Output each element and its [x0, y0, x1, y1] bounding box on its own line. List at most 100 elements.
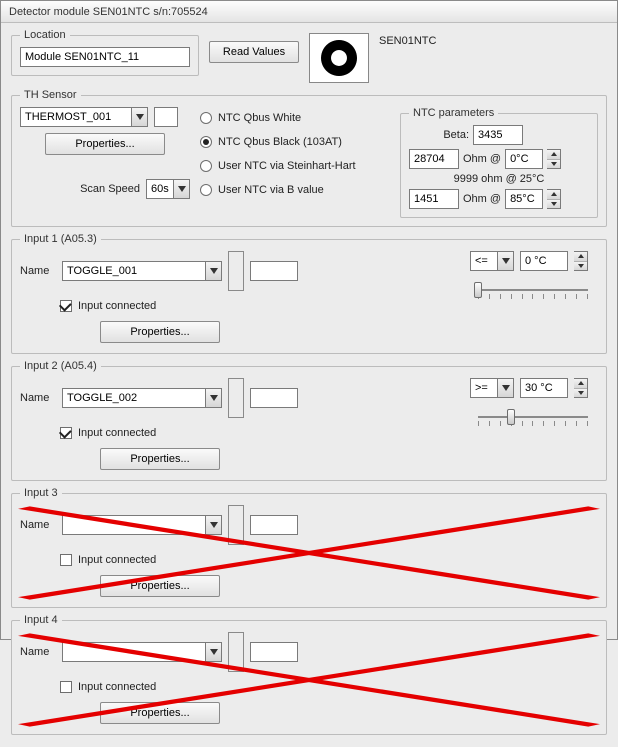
- ohm-at-label-2: Ohm @: [463, 193, 501, 205]
- module-picture: [309, 33, 369, 83]
- ntc-r1-field[interactable]: [409, 149, 459, 169]
- scan-speed-select[interactable]: 60s: [146, 179, 190, 199]
- ntc-parameters-group: NTC parameters Beta: Ohm @: [400, 107, 598, 218]
- th-properties-button[interactable]: Properties...: [45, 133, 165, 155]
- read-values-button[interactable]: Read Values: [209, 41, 299, 63]
- input-name-label: Name: [20, 519, 56, 531]
- input-connected-label: Input connected: [78, 554, 156, 566]
- radio-ntc-black[interactable]: NTC Qbus Black (103AT): [200, 133, 390, 151]
- input-aux-field[interactable]: [250, 515, 298, 535]
- compare-operator-select[interactable]: >=: [470, 378, 514, 398]
- checkbox-icon: [60, 681, 72, 693]
- ntc-mode-radios: NTC Qbus White NTC Qbus Black (103AT) Us…: [200, 107, 390, 218]
- input-legend: Input 2 (A05.4): [20, 360, 101, 372]
- input-legend: Input 3: [20, 487, 62, 499]
- input-aux-box[interactable]: [228, 251, 244, 291]
- module-type-label: SEN01NTC: [379, 35, 436, 47]
- th-sensor-legend: TH Sensor: [20, 89, 81, 101]
- input-legend: Input 4: [20, 614, 62, 626]
- input-connected-checkbox[interactable]: Input connected: [60, 424, 300, 442]
- input-aux-field[interactable]: [250, 388, 298, 408]
- input-name-select[interactable]: [62, 515, 222, 535]
- chevron-up-icon[interactable]: [547, 190, 560, 200]
- location-group: Location: [11, 29, 199, 76]
- chevron-down-icon[interactable]: [205, 389, 221, 407]
- input-connected-checkbox[interactable]: Input connected: [60, 678, 300, 696]
- input-aux-box[interactable]: [228, 378, 244, 418]
- compare-operator-value: >=: [471, 382, 497, 394]
- threshold-slider[interactable]: [478, 277, 588, 303]
- threshold-temp-stepper[interactable]: [574, 378, 588, 398]
- chevron-up-icon[interactable]: [574, 252, 587, 262]
- th-sensor-group: TH Sensor THERMOST_001 Propert: [11, 89, 607, 227]
- ntc-r2-field[interactable]: [409, 189, 459, 209]
- input-connected-label: Input connected: [78, 300, 156, 312]
- input-connected-label: Input connected: [78, 427, 156, 439]
- ntc-t1-field[interactable]: [505, 149, 543, 169]
- threshold-slider[interactable]: [478, 404, 588, 430]
- chevron-up-icon[interactable]: [547, 150, 560, 160]
- inputs-container: Input 1 (A05.3) Name TOGGLE_001 Input conne…: [11, 233, 607, 735]
- input-name-select[interactable]: TOGGLE_002: [62, 388, 222, 408]
- threshold-temp-field[interactable]: [520, 378, 568, 398]
- chevron-down-icon[interactable]: [205, 516, 221, 534]
- chevron-down-icon[interactable]: [131, 108, 147, 126]
- ntc-t1-stepper[interactable]: [547, 149, 561, 169]
- beta-field[interactable]: [473, 125, 523, 145]
- chevron-down-icon[interactable]: [574, 262, 587, 271]
- chevron-down-icon[interactable]: [497, 379, 513, 397]
- chevron-down-icon[interactable]: [547, 160, 560, 169]
- chevron-down-icon[interactable]: [497, 252, 513, 270]
- checkbox-icon: [60, 300, 72, 312]
- input-properties-button[interactable]: Properties...: [100, 321, 220, 343]
- input-properties-button[interactable]: Properties...: [100, 448, 220, 470]
- input-connected-checkbox[interactable]: Input connected: [60, 551, 300, 569]
- chevron-down-icon[interactable]: [205, 262, 221, 280]
- location-legend: Location: [20, 29, 70, 41]
- threshold-temp-field[interactable]: [520, 251, 568, 271]
- chevron-up-icon[interactable]: [574, 379, 587, 389]
- beta-label: Beta:: [409, 129, 469, 141]
- compare-operator-value: <=: [471, 255, 497, 267]
- input-name-select[interactable]: TOGGLE_001: [62, 261, 222, 281]
- input-aux-box[interactable]: [228, 505, 244, 545]
- chevron-down-icon[interactable]: [173, 180, 189, 198]
- input-name-label: Name: [20, 265, 56, 277]
- input-properties-button[interactable]: Properties...: [100, 702, 220, 724]
- input-aux-field[interactable]: [250, 642, 298, 662]
- input-aux-box[interactable]: [228, 632, 244, 672]
- input-connected-checkbox[interactable]: Input connected: [60, 297, 300, 315]
- compare-operator-select[interactable]: <=: [470, 251, 514, 271]
- client-area: Location Read Values SEN01NTC TH Sensor …: [1, 23, 617, 747]
- ntc-t2-stepper[interactable]: [547, 189, 561, 209]
- radio-user-bvalue[interactable]: User NTC via B value: [200, 181, 390, 199]
- ntc-parameters-legend: NTC parameters: [409, 107, 498, 119]
- app-window: Detector module SEN01NTC s/n:705524 Loca…: [0, 0, 618, 640]
- input-legend: Input 1 (A05.3): [20, 233, 101, 245]
- checkbox-icon: [60, 427, 72, 439]
- input-name-select[interactable]: [62, 642, 222, 662]
- scan-speed-label: Scan Speed: [80, 183, 140, 195]
- radio-ntc-white[interactable]: NTC Qbus White: [200, 109, 390, 127]
- th-aux-box[interactable]: [154, 107, 178, 127]
- chevron-down-icon[interactable]: [547, 200, 560, 209]
- th-sensor-select-value: THERMOST_001: [21, 111, 131, 123]
- input-group-3: Input 3 Name Input connected Properties...: [11, 487, 607, 608]
- ntc-t2-field[interactable]: [505, 189, 543, 209]
- threshold-temp-stepper[interactable]: [574, 251, 588, 271]
- input-group-2: Input 2 (A05.4)NameTOGGLE_002Input conne…: [11, 360, 607, 481]
- input-name-label: Name: [20, 646, 56, 658]
- checkbox-icon: [60, 554, 72, 566]
- input-group-1: Input 1 (A05.3) Name TOGGLE_001 Input conne…: [11, 233, 607, 354]
- location-field[interactable]: [20, 47, 190, 67]
- radio-user-steinhart[interactable]: User NTC via Steinhart-Hart: [200, 157, 390, 175]
- chevron-down-icon[interactable]: [574, 389, 587, 398]
- th-sensor-select[interactable]: THERMOST_001: [20, 107, 148, 127]
- input-name-value: TOGGLE_001: [63, 265, 205, 277]
- chevron-down-icon[interactable]: [205, 643, 221, 661]
- input-properties-button[interactable]: Properties...: [100, 575, 220, 597]
- ohm-at-label-1: Ohm @: [463, 153, 501, 165]
- input-aux-field[interactable]: [250, 261, 298, 281]
- window-title: Detector module SEN01NTC s/n:705524: [9, 6, 208, 18]
- ntc-static-line: 9999 ohm @ 25°C: [454, 173, 545, 185]
